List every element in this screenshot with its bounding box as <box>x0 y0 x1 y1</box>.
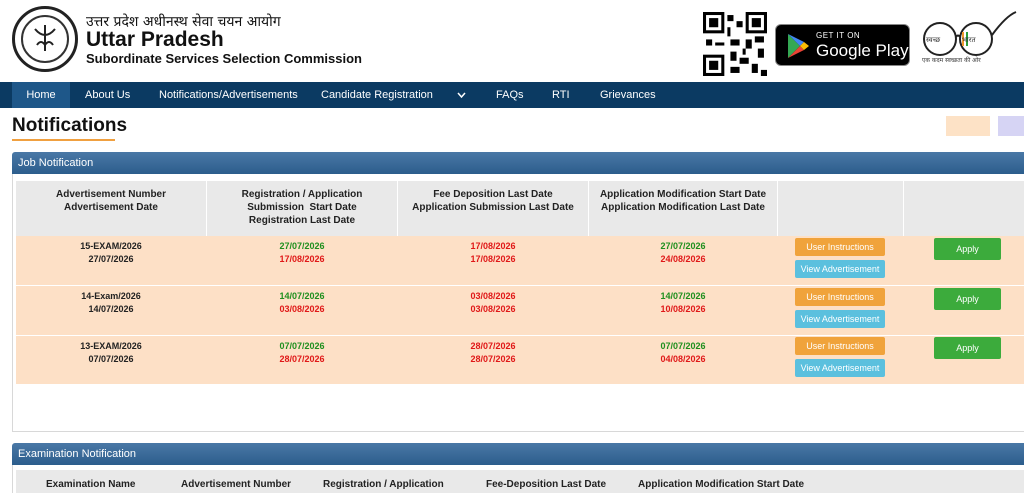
google-play-icon <box>788 34 809 58</box>
nav-home[interactable]: Home <box>12 82 70 108</box>
swachh-text: स्वच्छ <box>926 36 941 44</box>
view-advertisement-button[interactable]: View Advertisement <box>795 359 885 377</box>
play-badge-small-text: GET IT ON <box>816 31 861 40</box>
emblem-fish-bow-icon <box>34 25 56 51</box>
table-row: 14-Exam/2026 14/07/2026 14/07/2026 03/08… <box>16 286 1024 335</box>
advertisement-date: 14/07/2026 <box>88 304 134 314</box>
registration-cell: 27/07/2026 17/08/2026 <box>207 240 397 266</box>
nav-candidate-registration[interactable]: Candidate Registration <box>321 82 433 108</box>
modification-last-date: 10/08/2026 <box>660 304 706 314</box>
advertisement-cell: 14-Exam/2026 14/07/2026 <box>16 290 206 316</box>
site-header: उत्तर प्रदेश अधीनस्थ सेवा चयन आयोग Uttar… <box>0 0 1024 82</box>
user-instructions-button[interactable]: User Instructions <box>795 238 885 256</box>
registration-start-date: 14/07/2026 <box>279 291 325 301</box>
nav-faqs[interactable]: FAQs <box>496 82 524 108</box>
nav-rti[interactable]: RTI <box>552 82 570 108</box>
qr-code-icon <box>703 12 767 76</box>
registration-last-date: 03/08/2026 <box>279 304 325 314</box>
fee-last-date: 17/08/2026 <box>470 241 516 251</box>
registration-cell: 14/07/2026 03/08/2026 <box>207 290 397 316</box>
nav-grievances[interactable]: Grievances <box>600 82 656 108</box>
job-notification-heading: Job Notification <box>12 152 1024 174</box>
apply-button[interactable]: Apply <box>934 337 1001 359</box>
modification-start-date: 27/07/2026 <box>660 241 706 251</box>
main-nav: Home About Us Notifications/Advertisemen… <box>0 82 1024 108</box>
col-header-modification: Application Modification Start Date Appl… <box>589 181 777 236</box>
col-header-exam-modification: Application Modification Start Date <box>638 479 805 490</box>
user-instructions-button[interactable]: User Instructions <box>795 288 885 306</box>
advertisement-cell: 15-EXAM/2026 27/07/2026 <box>16 240 206 266</box>
advertisement-date: 07/07/2026 <box>88 354 134 364</box>
registration-cell: 07/07/2026 28/07/2026 <box>207 340 397 366</box>
swachh-bharat-logo: स्वच्छ भारत एक कदम स्वच्छता की ओर <box>918 10 1018 68</box>
org-title: Uttar Pradesh <box>86 28 224 51</box>
modification-cell: 14/07/2026 10/08/2026 <box>589 290 777 316</box>
col-header-exam-registration: Registration / Application <box>323 479 444 490</box>
registration-last-date: 28/07/2026 <box>279 354 325 364</box>
col-header-line: Application Modification Last Date <box>601 202 765 213</box>
advertisement-number: 15-EXAM/2026 <box>80 241 142 251</box>
play-badge-title: Google Play <box>816 41 909 60</box>
col-header-exam-name: Examination Name <box>46 479 136 490</box>
advertisement-number: 14-Exam/2026 <box>81 291 141 301</box>
col-header-line: Registration / Application <box>241 189 363 200</box>
nav-notifications[interactable]: Notifications/Advertisements <box>159 82 298 108</box>
up-emblem-logo[interactable] <box>12 6 78 72</box>
swachh-tagline: एक कदम स्वच्छता की ओर <box>922 57 981 64</box>
col-header-exam-advertisement: Advertisement Number <box>181 479 292 490</box>
col-header-line: Fee Deposition Last Date <box>433 189 553 200</box>
modification-cell: 27/07/2026 24/08/2026 <box>589 240 777 266</box>
fee-cell: 28/07/2026 28/07/2026 <box>398 340 588 366</box>
col-header-advertisement: Advertisement Number Advertisement Date <box>16 181 206 236</box>
apply-button[interactable]: Apply <box>934 238 1001 260</box>
registration-start-date: 07/07/2026 <box>279 341 325 351</box>
advertisement-cell: 13-EXAM/2026 07/07/2026 <box>16 340 206 366</box>
view-advertisement-button[interactable]: View Advertisement <box>795 310 885 328</box>
column-divider <box>903 181 904 236</box>
view-advertisement-button[interactable]: View Advertisement <box>795 260 885 278</box>
modification-start-date: 14/07/2026 <box>660 291 706 301</box>
bharat-text: भारत <box>962 36 976 44</box>
google-play-badge[interactable]: GET IT ON Google Play <box>775 24 910 66</box>
org-subtitle: Subordinate Services Selection Commissio… <box>86 51 362 66</box>
col-header-line: Application Submission Last Date <box>412 202 574 213</box>
title-underline <box>12 139 115 141</box>
apply-button[interactable]: Apply <box>934 288 1001 310</box>
modification-last-date: 24/08/2026 <box>660 254 706 264</box>
color-swatch-lavender <box>998 116 1024 136</box>
col-header-line: Registration Last Date <box>248 215 356 226</box>
job-table-header: Advertisement Number Advertisement Date … <box>16 181 1024 236</box>
advertisement-number: 13-EXAM/2026 <box>80 341 142 351</box>
col-header-line: Advertisement Date <box>64 202 158 213</box>
fee-cell: 03/08/2026 03/08/2026 <box>398 290 588 316</box>
registration-start-date: 27/07/2026 <box>279 241 325 251</box>
chevron-down-icon[interactable] <box>457 91 466 99</box>
col-header-line: Submission Start Date <box>247 202 357 213</box>
table-row: 13-EXAM/2026 07/07/2026 07/07/2026 28/07… <box>16 336 1024 384</box>
col-header-exam-fee: Fee-Deposition Last Date <box>486 479 607 490</box>
submission-last-date: 28/07/2026 <box>470 354 516 364</box>
modification-cell: 07/07/2026 04/08/2026 <box>589 340 777 366</box>
submission-last-date: 03/08/2026 <box>470 304 516 314</box>
table-row: 15-EXAM/2026 27/07/2026 27/07/2026 17/08… <box>16 236 1024 285</box>
advertisement-date: 27/07/2026 <box>88 254 134 264</box>
exam-notification-heading: Examination Notification <box>12 443 1024 465</box>
col-header-fee-deposition: Fee Deposition Last Date Application Sub… <box>398 181 588 236</box>
modification-start-date: 07/07/2026 <box>660 341 706 351</box>
col-header-line: Advertisement Number <box>55 189 167 200</box>
registration-last-date: 17/08/2026 <box>279 254 325 264</box>
submission-last-date: 17/08/2026 <box>470 254 516 264</box>
fee-cell: 17/08/2026 17/08/2026 <box>398 240 588 266</box>
gandhi-glasses-icon <box>923 11 1017 56</box>
col-header-line: Application Modification Start Date <box>599 189 767 200</box>
column-divider <box>777 181 778 236</box>
fee-last-date: 03/08/2026 <box>470 291 516 301</box>
col-header-registration: Registration / Application Submission St… <box>207 181 397 236</box>
user-instructions-button[interactable]: User Instructions <box>795 337 885 355</box>
page-title: Notifications <box>12 115 128 136</box>
color-swatch-peach <box>946 116 990 136</box>
nav-about-us[interactable]: About Us <box>85 82 130 108</box>
fee-last-date: 28/07/2026 <box>470 341 516 351</box>
modification-last-date: 04/08/2026 <box>660 354 706 364</box>
